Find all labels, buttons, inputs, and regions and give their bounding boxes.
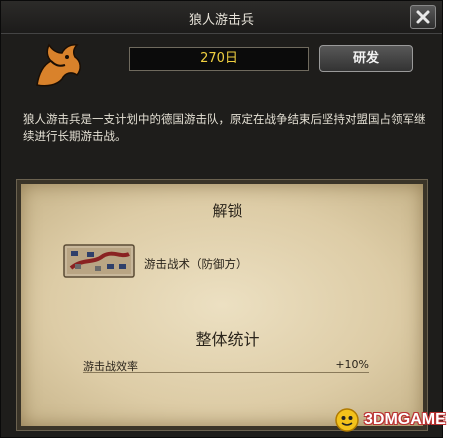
3dm-logo-icon — [335, 408, 359, 432]
research-button[interactable]: 研发 — [319, 45, 413, 72]
focus-description: 狼人游击兵是一支计划中的德国游击队，原定在战争结束后坚持对盟国占领军继续进行长期… — [23, 112, 426, 143]
watermark: 3DMGAME — [334, 405, 452, 435]
werewolf-emblem-icon — [36, 43, 81, 87]
unlock-section-title: 解锁 — [212, 202, 243, 220]
unlock-tactic-label: 游击战术（防御方） — [144, 257, 248, 271]
stat-row: 游击战效率 +10% — [83, 358, 369, 373]
stat-value: +10% — [335, 358, 369, 371]
guerrilla-tactics-map-icon[interactable] — [63, 244, 135, 278]
watermark-text: 3DMGAME — [364, 411, 446, 428]
close-button[interactable] — [410, 5, 436, 29]
title-bar: 狼人游击兵 — [1, 1, 442, 34]
stats-section-title: 整体统计 — [195, 330, 260, 349]
stat-name: 游击战效率 — [83, 360, 138, 373]
window-title: 狼人游击兵 — [188, 13, 254, 28]
close-x-icon — [416, 10, 430, 24]
research-days-field: 270日 — [129, 47, 309, 71]
